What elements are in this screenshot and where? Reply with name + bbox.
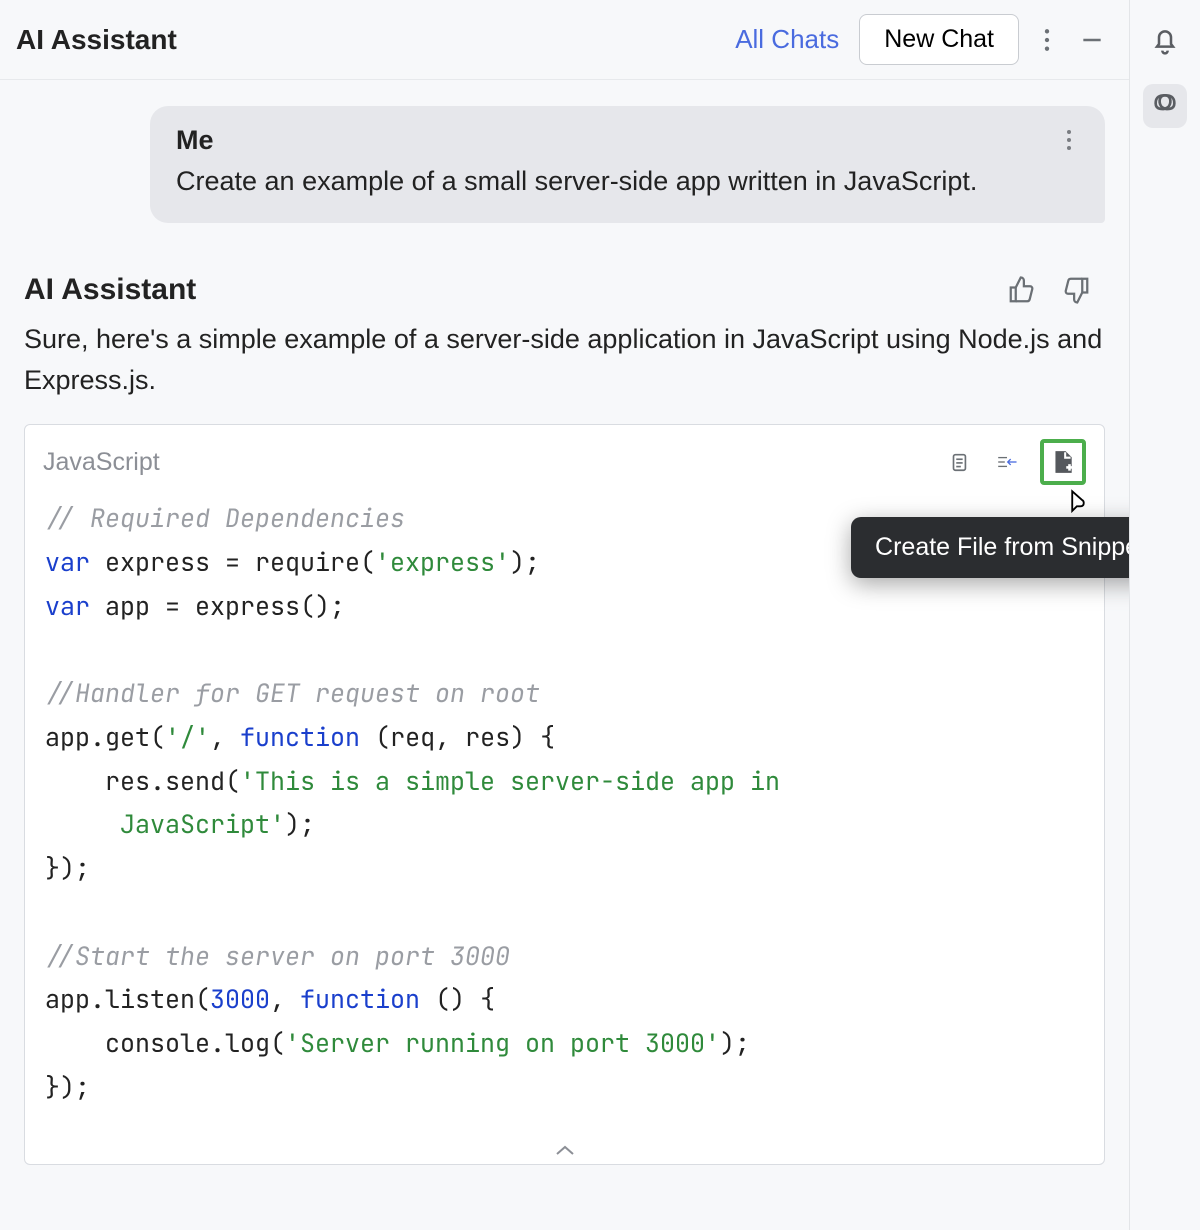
- create-file-tooltip: Create File from Snippet: [851, 517, 1129, 578]
- assistant-message-text: Sure, here's a simple example of a serve…: [24, 319, 1105, 400]
- code-language-label: JavaScript: [43, 448, 160, 477]
- assistant-message: AI Assistant Sure, here's a simple examp…: [24, 271, 1105, 1165]
- more-icon[interactable]: [1039, 23, 1055, 57]
- fold-chevron-icon[interactable]: [25, 1140, 1104, 1164]
- assistant-sender-label: AI Assistant: [24, 273, 196, 307]
- create-file-highlight: [1040, 439, 1086, 485]
- minimize-icon[interactable]: [1075, 23, 1109, 57]
- panel-title: AI Assistant: [16, 24, 177, 56]
- right-sidebar: [1130, 0, 1200, 1230]
- new-chat-button[interactable]: New Chat: [859, 14, 1019, 65]
- thumbs-up-icon[interactable]: [1003, 271, 1041, 309]
- insert-at-caret-icon[interactable]: [992, 447, 1022, 477]
- create-file-from-snippet-icon[interactable]: [1046, 445, 1080, 479]
- notifications-icon[interactable]: [1143, 18, 1187, 62]
- thumbs-down-icon[interactable]: [1057, 271, 1095, 309]
- code-snippet-card: JavaScript: [24, 424, 1105, 1165]
- code-content: // Required Dependencies var express = r…: [25, 491, 1104, 1140]
- user-sender-label: Me: [176, 125, 214, 156]
- user-message-bubble: Me Create an example of a small server-s…: [150, 106, 1105, 223]
- user-message-text: Create an example of a small server-side…: [176, 162, 1079, 201]
- copy-code-icon[interactable]: [944, 447, 974, 477]
- ai-assistant-tool-icon[interactable]: [1143, 84, 1187, 128]
- all-chats-link[interactable]: All Chats: [735, 24, 839, 55]
- chat-header: AI Assistant All Chats New Chat: [0, 0, 1129, 80]
- message-more-icon[interactable]: [1059, 124, 1079, 156]
